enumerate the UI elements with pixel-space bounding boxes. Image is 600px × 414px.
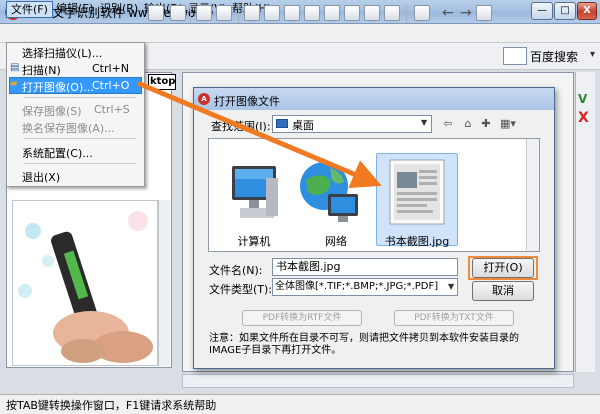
annotation-arrow <box>137 81 382 189</box>
